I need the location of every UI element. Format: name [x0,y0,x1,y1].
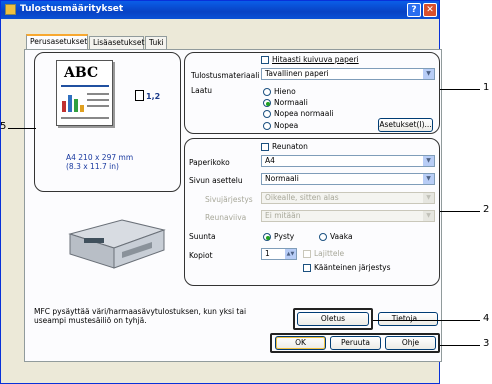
landscape-radio[interactable] [319,233,327,241]
border-line-select[interactable]: Ei mitään ▼ [261,210,435,222]
callout-line-2 [440,211,480,212]
callout-line-5 [8,128,36,129]
chevron-down-icon: ▼ [423,211,434,221]
reverse-order-label: Käänteinen järjestys [314,263,391,272]
copies-value: 1 [265,249,270,258]
landscape-label: Vaaka [330,232,353,241]
paper-size-select[interactable]: A4 ▼ [261,155,435,167]
portrait-label: Pysty [274,232,295,241]
callout-5: 5 [0,121,7,132]
page-order-select[interactable]: Oikealle, sitten alas ▼ [261,192,435,204]
border-line-label: Reunaviiva [205,213,247,222]
tab-basic[interactable]: Perusasetukset [26,34,88,50]
paper-preview: ABC [56,60,113,126]
quality-fine-radio[interactable] [263,88,271,96]
chevron-down-icon[interactable]: ▼ [423,69,434,79]
window-title: Tulostusmääritykset [20,4,124,14]
paper-size-in: (8.3 x 11.7 in) [66,162,119,171]
page-order-value: Oikealle, sitten alas [265,193,339,202]
preview-text-line [87,93,109,95]
callout-line-4 [373,320,480,321]
tab-support[interactable]: Tuki [145,36,167,49]
quality-fine-label: Hieno [274,87,296,96]
tab-advanced[interactable]: Lisäasetukset [89,36,144,49]
cancel-button[interactable]: Peruuta [330,336,381,350]
copies-badge: 1,2 [146,92,161,101]
copies-input[interactable]: 1 ▲▼ [261,248,297,260]
quality-fast-normal-label: Nopea normaali [274,109,334,118]
copies-page-icon [135,90,144,101]
border-line-value: Ei mitään [265,211,301,220]
info-button[interactable]: Tietoja... [378,312,438,326]
printer-image [68,219,166,269]
bar-graph-icon [62,95,84,112]
printer-icon [5,4,16,15]
help-button[interactable]: Ohje [385,336,436,350]
quality-fast-normal-radio[interactable] [263,110,271,118]
quality-fast-label: Nopea [274,121,299,130]
ink-stop-message: MFC pysäyttää väri/harmaasävytulostuksen… [34,307,247,325]
default-button[interactable]: Oletus [297,312,369,326]
copies-label: Kopiot [189,251,213,260]
quality-label: Laatu [191,86,213,95]
collate-checkbox[interactable] [303,250,311,258]
slow-drying-checkbox[interactable] [261,56,269,64]
chevron-down-icon: ▼ [423,193,434,203]
callout-1: 1 [483,82,490,93]
page-layout-label: Sivun asettelu [189,176,243,185]
borderless-label: Reunaton [272,142,308,151]
page-layout-value: Normaali [265,174,299,183]
quality-fast-radio[interactable] [263,122,271,130]
quality-normal-radio[interactable] [263,99,271,107]
quality-normal-label: Normaali [274,98,308,107]
preview-line [61,85,109,87]
paper-size-mm: A4 210 x 297 mm [66,153,134,162]
preview-text-line [87,99,109,101]
spinner-icon[interactable]: ▲▼ [285,249,296,259]
collate-label: Lajittele [314,249,345,258]
callout-3: 3 [483,338,490,349]
page-order-label: Sivujärjestys [205,195,253,204]
media-type-label: Tulostusmateriaali [191,71,260,80]
help-title-button[interactable]: ? [407,3,421,17]
reverse-order-checkbox[interactable] [303,264,311,272]
borderless-checkbox[interactable] [261,143,269,151]
preview-text-line [61,117,109,119]
title-bar[interactable]: Tulostusmääritykset ? ✕ [1,1,439,19]
settings-button[interactable]: Asetukset(I)... [378,118,433,132]
paper-size-label: Paperikoko [189,158,230,167]
close-title-button[interactable]: ✕ [423,3,437,17]
preview-abc-text: ABC [64,65,99,81]
callout-2: 2 [483,204,490,215]
callout-4: 4 [483,313,490,324]
portrait-radio[interactable] [263,233,271,241]
ok-button[interactable]: OK [275,336,326,350]
callout-line-1 [440,89,480,90]
orientation-label: Suunta [189,232,216,241]
page-layout-select[interactable]: Normaali ▼ [261,173,435,185]
paper-size-value: A4 [265,156,275,165]
chevron-down-icon[interactable]: ▼ [423,156,434,166]
callout-line-3 [440,345,480,346]
slow-drying-label: Hitaasti kuivuva paperi [272,55,359,64]
media-type-value: Tavallinen paperi [265,69,329,78]
chevron-down-icon[interactable]: ▼ [423,174,434,184]
media-type-select[interactable]: Tavallinen paperi ▼ [261,68,435,80]
preview-text-line [87,105,109,107]
